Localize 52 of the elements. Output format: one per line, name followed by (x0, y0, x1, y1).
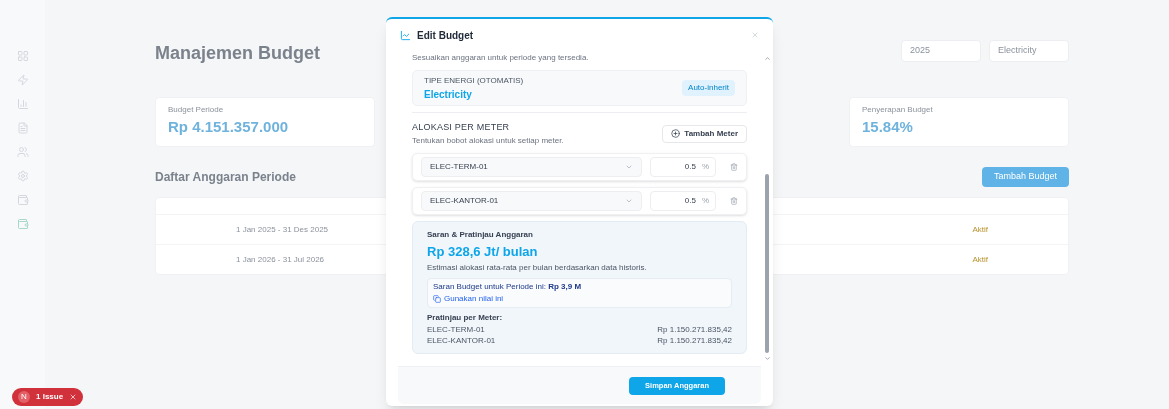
nav-icon[interactable] (16, 98, 29, 110)
use-value-link[interactable]: Gunakan nilai ini (433, 293, 726, 305)
weight-field[interactable]: 0.5 % (650, 156, 717, 177)
nav-icon[interactable] (16, 170, 29, 182)
section-title: ALOKASI PER METER (412, 121, 511, 134)
period-cell: 1 Jan 2026 - 31 Jul 2026 (236, 253, 325, 266)
dialog-title: Edit Budget (417, 28, 474, 43)
meter-amount: Rp 1.150.271.835,42 (657, 325, 732, 335)
energy-type-value: Electricity (424, 87, 473, 102)
stat-card: Penyerapan Budget 15.84% (849, 97, 1069, 147)
period-cell: 1 Jan 2025 - 31 Des 2025 (236, 223, 329, 236)
status-cell: Aktif (972, 223, 988, 236)
section-title: Daftar Anggaran Periode (155, 169, 296, 186)
filter-select[interactable]: 2025 (901, 40, 981, 62)
add-meter-button[interactable]: Tambah Meter (662, 124, 747, 143)
scroll-up-icon[interactable] (763, 55, 771, 62)
add-icon (671, 129, 681, 139)
nav-icon[interactable] (16, 194, 29, 206)
filter-select[interactable]: Electricity (989, 40, 1069, 62)
delete-icon[interactable] (730, 196, 738, 205)
chart-icon (400, 29, 411, 41)
stat-card: Budget Periode Rp 4.151.357.000 (155, 97, 375, 147)
auto-inherit-tag: Auto-inherit (682, 80, 735, 96)
monthly-amount: Rp 328,6 Jt/ bulan (427, 242, 539, 261)
issue-letter: N (18, 391, 30, 403)
preview-title: Pratinjau per Meter: (427, 312, 504, 324)
section-hint: Tentukan bobot alokasi untuk setiap meter. (412, 134, 564, 147)
issue-count: 1 Issue (36, 391, 64, 403)
nav-icon[interactable] (16, 218, 29, 230)
nav-icon[interactable] (16, 74, 29, 86)
weight-field[interactable]: 0.5 % (650, 190, 717, 211)
delete-icon[interactable] (730, 162, 738, 171)
copy-icon (433, 295, 441, 303)
estimate-note: Estimasi alokasi rata-rata per bulan berdasarkan data historis. (427, 262, 648, 274)
scroll-down-icon[interactable] (763, 355, 771, 362)
card-title: Saran & Pratinjau Anggaran (427, 228, 534, 241)
nav-icon[interactable] (16, 146, 29, 158)
nav-icon[interactable] (16, 50, 29, 62)
suggestion-text: Saran Budget untuk Periode ini: Rp 3,9 M (433, 281, 583, 293)
meter-name: ELEC-TERM-01 (427, 325, 485, 335)
meter-select[interactable]: ELEC-KANTOR-01 (421, 190, 643, 211)
close-icon[interactable] (69, 393, 78, 401)
intro-text: Sesuaikan anggaran untuk periode yang tersedia. (412, 52, 590, 64)
close-icon[interactable] (751, 31, 759, 39)
nav-icon[interactable] (16, 122, 29, 134)
field-label: TIPE ENERGI (OTOMATIS) (424, 74, 524, 87)
status-cell: Aktif (972, 253, 988, 266)
issue-badge[interactable]: N 1 Issue (12, 388, 84, 406)
meter-amount: Rp 1.150.271.835,42 (657, 336, 732, 346)
meter-name: ELEC-KANTOR-01 (427, 336, 496, 346)
meter-select[interactable]: ELEC-TERM-01 (421, 156, 643, 177)
page-title: Manajemen Budget (155, 42, 321, 65)
